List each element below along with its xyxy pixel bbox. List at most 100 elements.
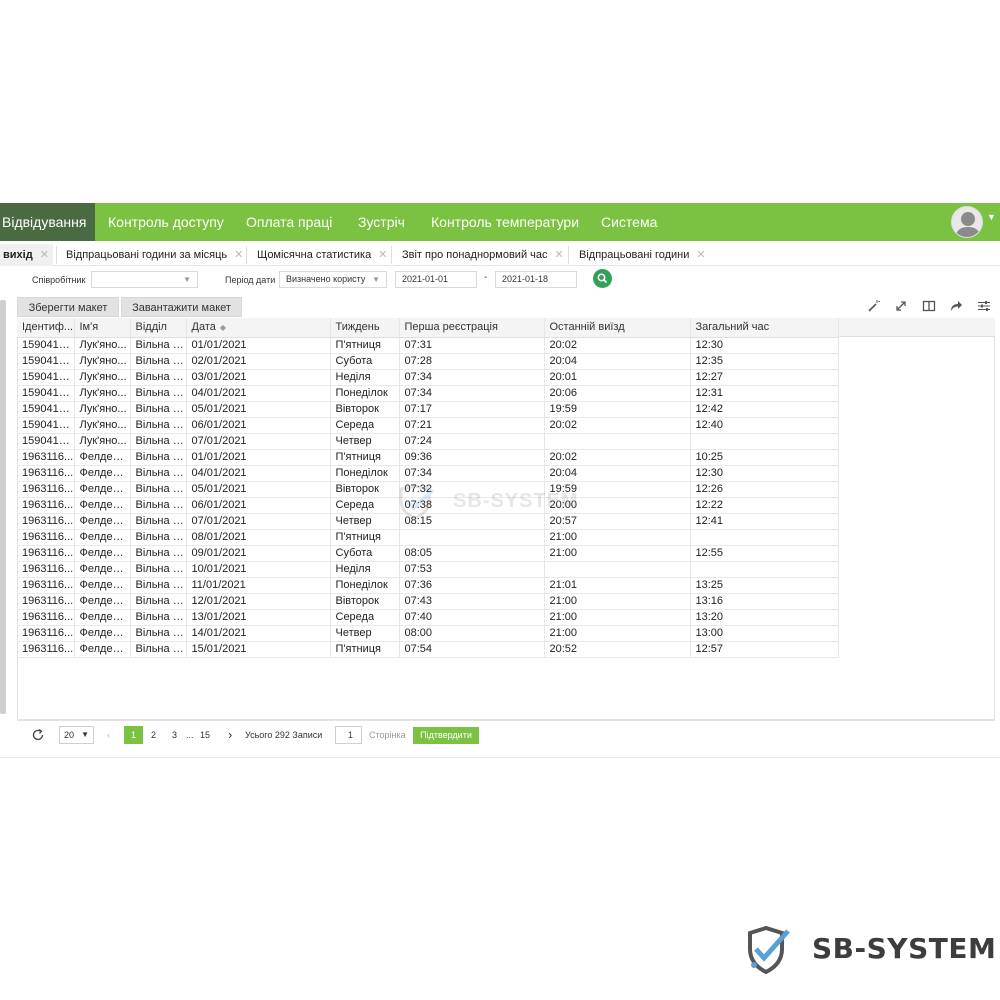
column-header-name[interactable]: Ім'я	[74, 318, 131, 338]
cell-weekday: Понеділок	[330, 577, 400, 594]
period-select[interactable]: Визначено користу ▼	[279, 271, 387, 288]
cell-first-entry: 07:53	[399, 561, 545, 578]
cell-last-exit: 20:01	[544, 369, 691, 386]
cell-date: 09/01/2021	[186, 545, 331, 562]
close-icon[interactable]: ✕	[696, 249, 705, 261]
employee-select[interactable]: ▼	[91, 271, 198, 288]
table-row[interactable]: 1963116... Фелдеш... Вільна У... 14/01/2021…	[17, 625, 839, 642]
column-header-department[interactable]: Відділ	[130, 318, 187, 338]
cell-id: 1590414...	[17, 385, 75, 402]
table-row[interactable]: 1590414... Лук'яно... Вільна У... 06/01/202…	[17, 417, 839, 434]
table-row[interactable]: 1963116... Фелдеш... Вільна У... 01/01/2021…	[17, 449, 839, 466]
left-scrollbar[interactable]	[0, 300, 6, 714]
cell-first-entry: 07:54	[399, 641, 545, 658]
page-link[interactable]: 2	[151, 726, 156, 744]
cell-total-time	[690, 433, 839, 450]
table-row[interactable]: 1963116... Фелдеш... Вільна У... 15/01/2021…	[17, 641, 839, 658]
table-row[interactable]: 1963116... Фелдеш... Вільна У... 10/01/2021…	[17, 561, 839, 578]
column-header-total-time[interactable]: Загальний час	[690, 318, 839, 338]
cell-weekday: Понеділок	[330, 465, 400, 482]
table-row[interactable]: 1963116... Фелдеш... Вільна У... 08/01/2021…	[17, 529, 839, 546]
tab-monthly-statistics[interactable]: Щомісячна статистика ✕	[257, 244, 387, 266]
column-header-first-entry[interactable]: Перша реєстрація	[399, 318, 545, 338]
refresh-icon[interactable]	[31, 728, 45, 742]
total-records: Усього 292 Записи	[245, 730, 323, 740]
load-layout-button[interactable]: Завантажити макет	[121, 297, 242, 317]
cell-id: 1590414...	[17, 353, 75, 370]
chevron-down-icon: ▼	[372, 275, 380, 284]
close-icon[interactable]: ✕	[234, 249, 243, 261]
column-header-last-exit[interactable]: Останній виїзд	[544, 318, 691, 338]
table-row[interactable]: 1963116... Фелдеш... Вільна У... 11/01/2021…	[17, 577, 839, 594]
cell-first-entry: 07:40	[399, 609, 545, 626]
cell-department: Вільна У...	[130, 369, 187, 386]
tab-exit[interactable]: вихід ✕	[0, 244, 53, 266]
goto-page-input[interactable]: 1	[335, 726, 362, 744]
table-row[interactable]: 1590414... Лук'яно... Вільна У... 04/01/202…	[17, 385, 839, 402]
cell-department: Вільна У...	[130, 625, 187, 642]
cell-first-entry: 07:31	[399, 337, 545, 354]
cell-date: 14/01/2021	[186, 625, 331, 642]
table-row[interactable]: 1963116... Фелдеш... Вільна У... 09/01/2021…	[17, 545, 839, 562]
tab-worked-hours[interactable]: Відпрацьовані години ✕	[579, 244, 706, 266]
table-row[interactable]: 1590414... Лук'яно... Вільна У... 03/01/202…	[17, 369, 839, 386]
cell-total-time: 12:57	[690, 641, 839, 658]
cell-id: 1590414...	[17, 417, 75, 434]
cell-department: Вільна У...	[130, 497, 187, 514]
cell-name: Лук'яно...	[74, 337, 131, 354]
cell-weekday: Середа	[330, 497, 400, 514]
sort-icon[interactable]: ◆	[220, 323, 226, 332]
page-size-select[interactable]: 20 ▼	[59, 726, 94, 744]
cell-name: Фелдеш...	[74, 577, 131, 594]
next-page-icon[interactable]: ›	[228, 726, 232, 744]
column-header-weekday[interactable]: Тиждень	[330, 318, 400, 338]
page-current[interactable]: 1	[124, 726, 143, 744]
cell-last-exit: 21:00	[544, 593, 691, 610]
expand-icon[interactable]	[894, 299, 908, 313]
tab-overtime-report[interactable]: Звіт про понаднормовий час ✕	[402, 244, 564, 266]
table-row[interactable]: 1590414... Лук'яно... Вільна У... 05/01/202…	[17, 401, 839, 418]
page-link-last[interactable]: 15	[200, 726, 210, 744]
nav-temperature-control[interactable]: Контроль температури	[431, 203, 579, 241]
close-icon[interactable]: ✕	[40, 249, 49, 261]
nav-payroll[interactable]: Оплата праці	[246, 203, 332, 241]
cell-weekday: Середа	[330, 609, 400, 626]
close-icon[interactable]: ✕	[378, 249, 387, 261]
cell-last-exit: 21:00	[544, 529, 691, 546]
nav-system[interactable]: Система	[601, 203, 657, 241]
date-from-input[interactable]: 2021-01-01	[395, 271, 477, 288]
chevron-down-icon: ▼	[183, 275, 191, 284]
magic-wand-icon[interactable]	[867, 299, 881, 313]
cell-department: Вільна У...	[130, 545, 187, 562]
columns-icon[interactable]	[922, 299, 936, 313]
nav-access-control[interactable]: Контроль доступу	[108, 203, 224, 241]
settings-sliders-icon[interactable]	[977, 299, 991, 313]
table-row[interactable]: 1590414... Лук'яно... Вільна У... 07/01/202…	[17, 433, 839, 450]
cell-date: 15/01/2021	[186, 641, 331, 658]
nav-meeting[interactable]: Зустріч	[358, 203, 405, 241]
confirm-button[interactable]: Підтвердити	[413, 727, 479, 744]
table-row[interactable]: 1963116... Фелдеш... Вільна У... 04/01/2021…	[17, 465, 839, 482]
tab-monthly-hours[interactable]: Відпрацьовані години за місяць ✕	[66, 244, 243, 266]
date-to-input[interactable]: 2021-01-18	[495, 271, 577, 288]
cell-department: Вільна У...	[130, 609, 187, 626]
close-icon[interactable]: ✕	[555, 249, 564, 261]
cell-total-time: 12:27	[690, 369, 839, 386]
prev-page-icon[interactable]: ‹	[107, 726, 110, 744]
table-row[interactable]: 1590414... Лук'яно... Вільна У... 02/01/202…	[17, 353, 839, 370]
user-avatar[interactable]	[951, 206, 983, 238]
table-row[interactable]: 1963116... Фелдеш... Вільна У... 12/01/2021…	[17, 593, 839, 610]
nav-attendance[interactable]: Відвідування	[0, 203, 95, 241]
cell-last-exit: 19:59	[544, 401, 691, 418]
column-header-date[interactable]: Дата ◆	[186, 318, 331, 338]
page-link[interactable]: 3	[172, 726, 177, 744]
user-menu-caret-icon[interactable]: ▼	[987, 212, 996, 222]
table-row[interactable]: 1963116... Фелдеш... Вільна У... 13/01/2021…	[17, 609, 839, 626]
share-icon[interactable]	[949, 299, 963, 313]
cell-name: Лук'яно...	[74, 369, 131, 386]
save-layout-button[interactable]: Зберегти макет	[17, 297, 119, 317]
column-header-id[interactable]: Ідентиф...	[17, 318, 75, 338]
search-button[interactable]	[593, 269, 612, 288]
table-row[interactable]: 1590414... Лук'яно... Вільна У... 01/01/202…	[17, 337, 839, 354]
cell-last-exit	[544, 561, 691, 578]
